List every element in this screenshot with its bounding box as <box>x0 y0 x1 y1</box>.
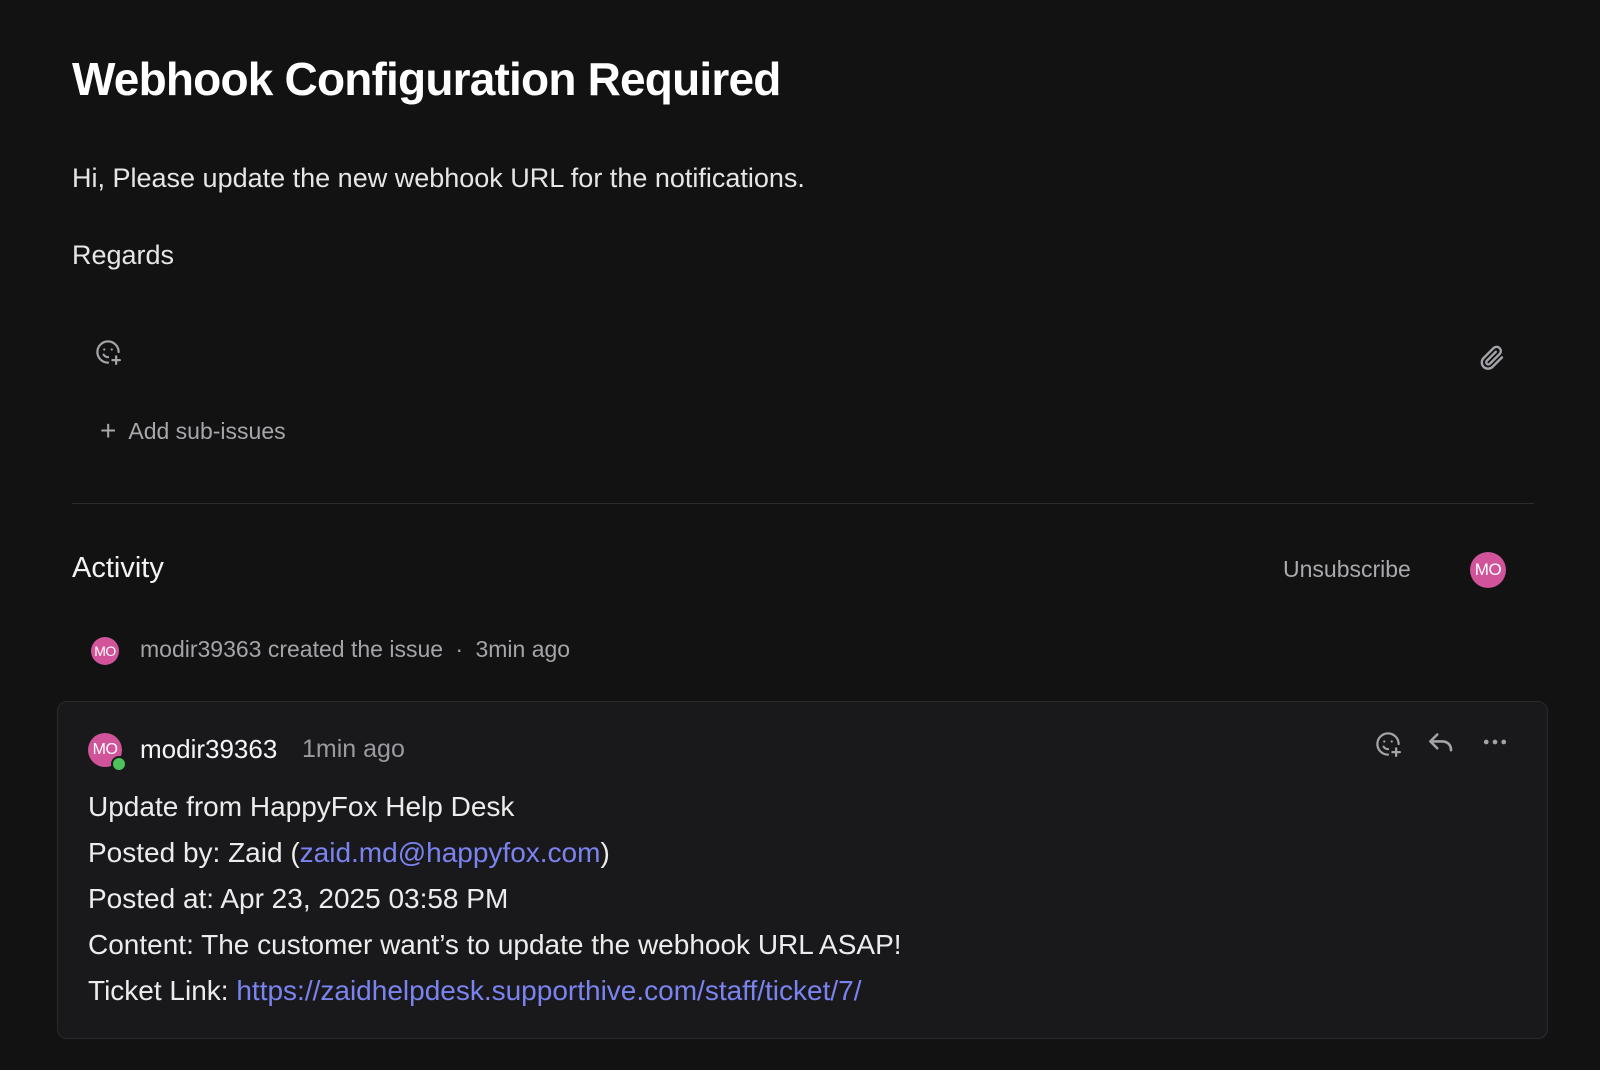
description-line[interactable]: Hi, Please update the new webhook URL fo… <box>72 163 805 194</box>
ticket-link-prefix: Ticket Link: <box>88 975 237 1006</box>
paperclip-icon <box>1480 345 1504 370</box>
event-time: 3min ago <box>475 636 571 662</box>
comment-line: Posted by: Zaid (zaid.md@happyfox.com) <box>88 830 902 876</box>
comment-author[interactable]: modir39363 <box>140 734 277 765</box>
activity-heading: Activity <box>72 552 164 584</box>
emoji-add-icon <box>1376 732 1401 757</box>
event-user[interactable]: modir39363 <box>140 636 261 662</box>
reply-button[interactable] <box>1423 724 1459 760</box>
unsubscribe-button[interactable]: Unsubscribe <box>1283 556 1411 583</box>
email-link[interactable]: zaid.md@happyfox.com <box>300 837 601 868</box>
add-sub-issues-button[interactable]: + Add sub-issues <box>100 414 286 446</box>
add-reaction-button[interactable] <box>90 334 126 370</box>
attach-button[interactable] <box>1474 340 1510 376</box>
comment-line: Update from HappyFox Help Desk <box>88 791 515 822</box>
comment-reaction-button[interactable] <box>1370 726 1406 762</box>
event-action: created the issue <box>267 636 444 662</box>
issue-title[interactable]: Webhook Configuration Required <box>72 52 781 106</box>
add-sub-issues-label: Add sub-issues <box>128 418 286 444</box>
ticket-link[interactable]: https://zaidhelpdesk.supporthive.com/sta… <box>236 975 861 1006</box>
subscriber-avatar[interactable]: MO <box>1470 552 1506 588</box>
reply-icon <box>1429 733 1453 752</box>
emoji-add-icon <box>96 340 121 365</box>
more-icon <box>1483 739 1507 745</box>
comment-body: Update from HappyFox Help Desk Posted by… <box>88 784 902 1014</box>
more-options-button[interactable] <box>1477 724 1513 760</box>
description-line[interactable]: Regards <box>72 240 174 271</box>
comment-time[interactable]: 1min ago <box>302 735 405 764</box>
posted-by-suffix: ) <box>600 837 610 868</box>
online-status-dot <box>111 756 127 772</box>
divider <box>72 503 1534 504</box>
comment-line: Posted at: Apr 23, 2025 03:58 PM <box>88 883 509 914</box>
comment-line: Ticket Link: https://zaidhelpdesk.suppor… <box>88 968 902 1014</box>
plus-icon: + <box>100 414 117 446</box>
event-avatar: MO <box>91 637 119 665</box>
event-separator: · <box>455 636 464 662</box>
activity-event: modir39363 created the issue · 3min ago <box>140 636 570 663</box>
issue-page: Webhook Configuration Required Hi, Pleas… <box>0 0 1600 1070</box>
comment-line: Content: The customer want’s to update t… <box>88 929 902 960</box>
posted-by-prefix: Posted by: Zaid ( <box>88 837 300 868</box>
